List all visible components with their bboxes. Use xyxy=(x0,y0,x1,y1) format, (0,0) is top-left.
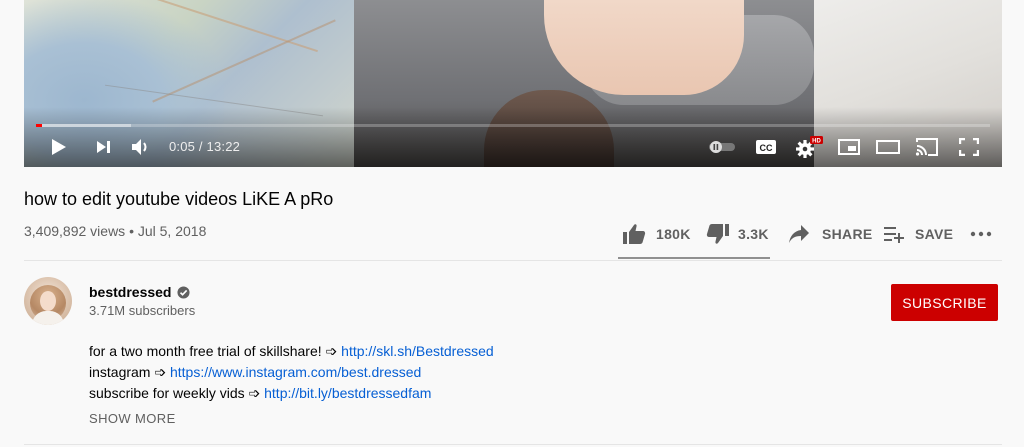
save-label: SAVE xyxy=(915,226,954,242)
progress-loaded xyxy=(36,124,132,127)
divider-top xyxy=(24,260,1002,261)
play-button[interactable] xyxy=(48,135,70,159)
playlist-add-icon xyxy=(884,227,904,243)
description-line: instagram ➩ https://www.instagram.com/be… xyxy=(89,364,422,380)
description-link[interactable]: http://bit.ly/bestdressedfam xyxy=(264,385,431,401)
description-link[interactable]: https://www.instagram.com/best.dressed xyxy=(170,364,421,380)
hd-badge: HD xyxy=(812,139,821,145)
autoplay-toggle-icon xyxy=(709,141,735,153)
video-description: for a two month free trial of skillshare… xyxy=(89,341,494,404)
miniplayer-icon xyxy=(838,139,860,155)
next-icon xyxy=(97,141,110,153)
time-display: 0:05 / 13:22 xyxy=(169,139,241,154)
like-button[interactable]: 180K xyxy=(622,218,691,250)
settings-button[interactable]: HD xyxy=(794,135,824,159)
divider-bottom xyxy=(24,444,1002,445)
more-actions-button[interactable] xyxy=(970,218,992,250)
thumbs-up-icon xyxy=(623,224,646,244)
view-count-date: 3,409,892 views • Jul 5, 2018 xyxy=(24,223,207,239)
miniplayer-button[interactable] xyxy=(836,135,862,159)
captions-button[interactable]: CC xyxy=(753,135,779,159)
description-link[interactable]: http://skl.sh/Bestdressed xyxy=(341,343,494,359)
next-button[interactable] xyxy=(94,135,114,159)
progress-bar[interactable] xyxy=(36,124,990,127)
video-title: how to edit youtube videos LiKE A pRo xyxy=(24,189,334,209)
cast-button[interactable] xyxy=(913,135,941,159)
share-label: SHARE xyxy=(822,226,873,242)
autoplay-toggle[interactable] xyxy=(707,135,737,159)
volume-button[interactable] xyxy=(130,135,152,159)
verified-badge-icon xyxy=(177,285,191,299)
video-player[interactable]: 0:05 / 13:22 CC HD xyxy=(24,0,1002,167)
channel-name-text[interactable]: bestdressed xyxy=(89,284,171,300)
dislike-button[interactable]: 3.3K xyxy=(706,218,769,250)
thumbs-down-icon xyxy=(706,224,729,244)
channel-avatar[interactable] xyxy=(24,277,72,325)
subscriber-count: 3.71M subscribers xyxy=(89,303,196,318)
more-horizontal-icon xyxy=(970,231,992,237)
channel-name[interactable]: bestdressed xyxy=(89,284,191,300)
theater-mode-button[interactable] xyxy=(875,135,901,159)
like-count: 180K xyxy=(656,226,691,242)
fullscreen-icon xyxy=(959,138,979,156)
play-icon xyxy=(52,139,66,155)
description-line: for a two month free trial of skillshare… xyxy=(89,343,494,359)
show-more-button[interactable]: SHOW MORE xyxy=(89,411,176,426)
subscribe-button[interactable]: SUBSCRIBE xyxy=(891,284,998,321)
share-icon xyxy=(789,225,809,243)
cc-icon: CC xyxy=(756,140,776,154)
sentiment-bar xyxy=(618,257,770,259)
fullscreen-button[interactable] xyxy=(957,135,981,159)
save-button[interactable]: SAVE xyxy=(883,218,953,250)
settings-icon: HD xyxy=(796,136,823,158)
theater-icon xyxy=(876,140,900,154)
dislike-count: 3.3K xyxy=(738,226,769,242)
progress-played xyxy=(36,124,42,127)
cast-icon xyxy=(915,138,938,156)
volume-icon xyxy=(132,139,147,155)
description-line: subscribe for weekly vids ➩ http://bit.l… xyxy=(89,385,432,401)
svg-text:CC: CC xyxy=(760,143,773,153)
share-button[interactable]: SHARE xyxy=(788,218,873,250)
